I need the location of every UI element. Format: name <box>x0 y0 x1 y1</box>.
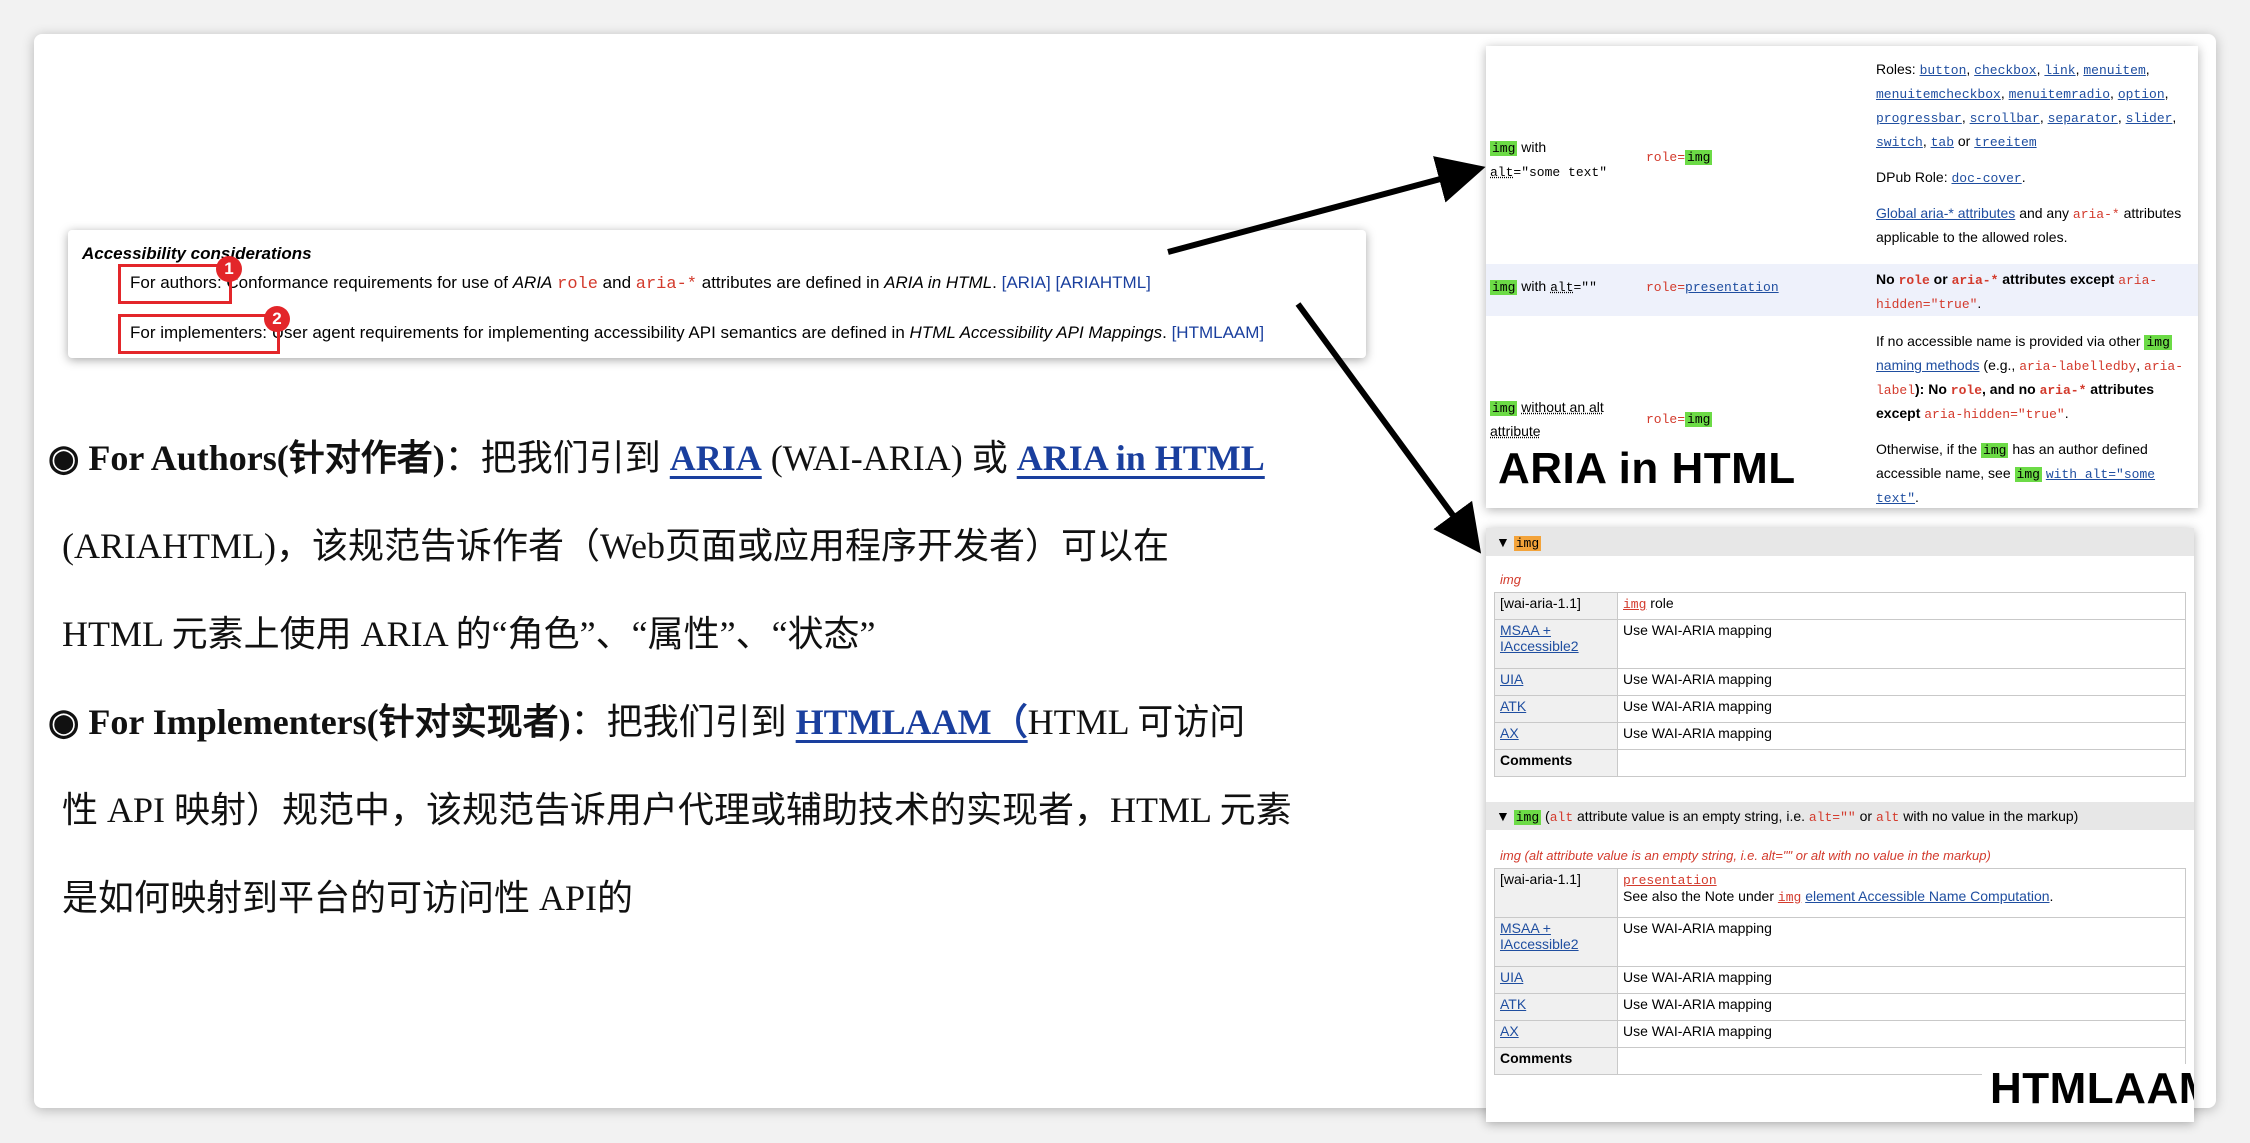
arrows-overlay <box>1167 156 1486 554</box>
slide: Accessibility considerations For authors… <box>34 34 2216 1122</box>
arrow-to-aria-in-html <box>1167 156 1486 255</box>
arrow-to-htmlaam <box>1295 302 1482 554</box>
